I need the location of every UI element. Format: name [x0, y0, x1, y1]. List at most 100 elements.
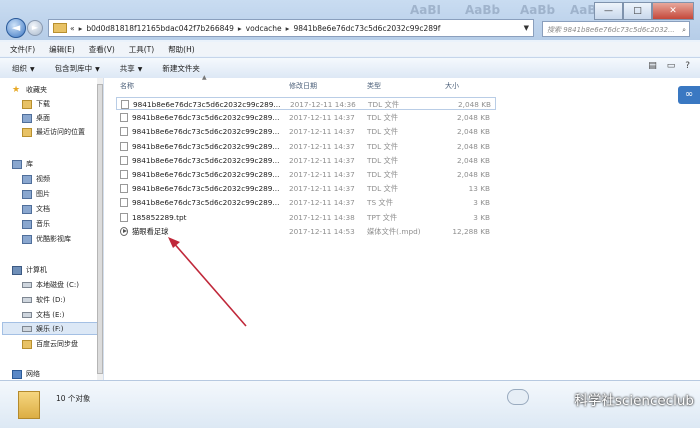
share-button[interactable]: 共享 ▼ — [120, 63, 143, 74]
file-row[interactable]: 9841b8e6e76dc73c5d6c2032c99c289... 2017-1… — [116, 168, 496, 181]
file-size: 2,048 KB — [458, 100, 491, 109]
file-row[interactable]: 9841b8e6e76dc73c5d6c2032c99c289... 2017-1… — [116, 182, 496, 195]
search-input[interactable]: 搜索 9841b8e6e76dc73c5d6c2032... ⌕ — [542, 21, 690, 37]
nav-drive-d[interactable]: 软件 (D:) — [22, 294, 65, 306]
back-arrow-icon: ◄ — [11, 21, 21, 34]
help-icon[interactable]: ? — [685, 61, 690, 71]
maximize-button[interactable]: □ — [623, 2, 652, 20]
nav-drive-e[interactable]: 文档 (E:) — [22, 309, 64, 321]
breadcrumb-hash-folder[interactable]: b0d0d81818f12165bdac042f7b266849 — [86, 24, 234, 33]
faded-background-text: AaBI AaBb AaBb AaBb — [410, 3, 606, 17]
file-size: 13 KB — [468, 184, 490, 194]
file-name: 9841b8e6e76dc73c5d6c2032c99c289... — [132, 198, 280, 208]
navigation-pane: ★ 收藏夹 下载 桌面 最近访问的位置 库 视频 图片 文档 音乐 优酷影视库 计… — [0, 78, 104, 380]
file-size: 3 KB — [473, 198, 490, 208]
breadcrumb-separator: ▸ — [285, 23, 290, 33]
column-header-size[interactable]: 大小 — [445, 81, 459, 91]
nav-baidu-sync[interactable]: 百度云同步盘 — [22, 338, 78, 350]
nav-downloads[interactable]: 下载 — [22, 98, 50, 110]
folder-icon — [53, 23, 67, 33]
nav-scrollbar[interactable] — [97, 78, 103, 380]
nav-youku[interactable]: 优酷影视库 — [22, 233, 71, 245]
file-date: 2017-12-11 14:37 — [289, 141, 355, 151]
file-row[interactable]: 9841b8e6e76dc73c5d6c2032c99c289... 2017-1… — [116, 140, 496, 153]
nav-network[interactable]: 网络 — [12, 368, 40, 380]
forward-button[interactable]: ► — [27, 20, 43, 36]
nav-recent[interactable]: 最近访问的位置 — [22, 126, 85, 138]
file-row[interactable]: 9841b8e6e76dc73c5d6c2032c99c289... 2017-1… — [116, 111, 496, 124]
forward-arrow-icon: ► — [31, 23, 39, 32]
file-icon — [120, 127, 128, 137]
file-row[interactable]: 9841b8e6e76dc73c5d6c2032c99c289... 2017-1… — [116, 125, 496, 138]
file-date: 2017-12-11 14:38 — [289, 212, 355, 222]
floating-tool-button[interactable]: ∞ — [678, 86, 700, 104]
new-folder-button[interactable]: 新建文件夹 — [162, 63, 200, 74]
status-bar: 10 个对象 科学社scienceclub — [0, 380, 700, 428]
column-header-date[interactable]: 修改日期 — [289, 81, 317, 91]
file-icon — [120, 170, 128, 179]
wechat-logo-icon — [507, 389, 529, 405]
preview-pane-icon[interactable]: ▭ — [667, 61, 676, 71]
address-bar[interactable]: « ▸ b0d0d81818f12165bdac042f7b266849 ▸ v… — [48, 19, 534, 37]
include-in-library-button[interactable]: 包含到库中 ▼ — [55, 63, 100, 74]
nav-videos[interactable]: 视频 — [22, 173, 50, 185]
youku-library-icon — [22, 234, 32, 244]
file-row[interactable]: 185852289.tpt 2017-12-11 14:38 TPT 文件 3 KB — [116, 211, 496, 224]
column-header-name[interactable]: 名称 — [120, 81, 134, 91]
nav-computer[interactable]: 计算机 — [12, 264, 47, 276]
nav-favorites[interactable]: ★ 收藏夹 — [12, 84, 47, 96]
file-size: 3 KB — [473, 212, 490, 222]
file-row[interactable]: 9841b8e6e76dc73c5d6c2032c99c289... 2017-1… — [116, 196, 496, 209]
nav-scrollbar-thumb[interactable] — [97, 84, 103, 374]
breadcrumb-current-folder[interactable]: 9841b8e6e76dc73c5d6c2032c99c289f — [293, 24, 440, 33]
file-size: 2,048 KB — [457, 170, 490, 179]
nav-pictures[interactable]: 图片 — [22, 188, 50, 200]
close-button[interactable]: ✕ — [652, 2, 694, 20]
file-icon — [120, 184, 128, 194]
drive-icon — [22, 326, 32, 332]
menu-help[interactable]: 帮助(H) — [168, 44, 195, 55]
file-date: 2017-12-11 14:37 — [289, 170, 355, 179]
media-file-icon — [120, 226, 128, 236]
recent-places-icon — [22, 127, 32, 137]
menu-edit[interactable]: 编辑(E) — [49, 44, 75, 55]
explorer-window: AaBI AaBb AaBb AaBb — □ ✕ ◄ ► « ▸ b0d0d8… — [0, 0, 700, 428]
link-icon: ∞ — [684, 89, 694, 100]
address-root-chevron[interactable]: « — [70, 24, 75, 33]
file-type: TPT 文件 — [367, 212, 398, 222]
folder-icon — [18, 391, 40, 419]
file-type: TDL 文件 — [367, 113, 399, 123]
column-header-type[interactable]: 类型 — [367, 81, 381, 91]
menu-tools[interactable]: 工具(T) — [129, 44, 154, 55]
file-row[interactable]: 9841b8e6e76dc73c5d6c2032c99c289... 2017-1… — [116, 97, 496, 110]
breadcrumb-vodcache[interactable]: vodcache — [246, 24, 282, 33]
file-type: 媒体文件(.mpd) — [367, 226, 421, 236]
search-placeholder: 搜索 9841b8e6e76dc73c5d6c2032... — [547, 26, 675, 34]
nav-documents[interactable]: 文档 — [22, 203, 50, 215]
file-name: 9841b8e6e76dc73c5d6c2032c99c289... — [132, 127, 280, 137]
file-icon — [120, 212, 128, 222]
file-size: 12,288 KB — [452, 226, 490, 236]
file-row[interactable]: 9841b8e6e76dc73c5d6c2032c99c289... 2017-1… — [116, 154, 496, 167]
file-icon — [120, 155, 128, 165]
file-icon — [120, 113, 128, 123]
organize-button[interactable]: 组织 ▼ — [12, 63, 35, 74]
nav-libraries[interactable]: 库 — [12, 158, 33, 170]
nav-music[interactable]: 音乐 — [22, 218, 50, 230]
minimize-button[interactable]: — — [594, 2, 623, 20]
file-type: TDL 文件 — [368, 100, 400, 109]
search-icon[interactable]: ⌕ — [682, 22, 686, 38]
view-options-icon[interactable]: ▤ — [648, 61, 657, 71]
nav-desktop[interactable]: 桌面 — [22, 112, 50, 124]
nav-drive-f[interactable]: 娱乐 (F:) — [22, 323, 64, 335]
file-name: 9841b8e6e76dc73c5d6c2032c99c289... — [132, 155, 280, 165]
star-icon: ★ — [12, 85, 21, 95]
nav-drive-c[interactable]: 本地磁盘 (C:) — [22, 279, 79, 291]
file-row[interactable]: 猫眼看足球 2017-12-11 14:53 媒体文件(.mpd) 12,288 KB — [116, 225, 496, 238]
menu-view[interactable]: 查看(V) — [89, 44, 115, 55]
document-library-icon — [22, 204, 32, 214]
back-button[interactable]: ◄ — [6, 18, 26, 38]
file-size: 2,048 KB — [457, 155, 490, 165]
chevron-down-icon[interactable]: ▼ — [524, 24, 529, 32]
menu-file[interactable]: 文件(F) — [10, 44, 35, 55]
